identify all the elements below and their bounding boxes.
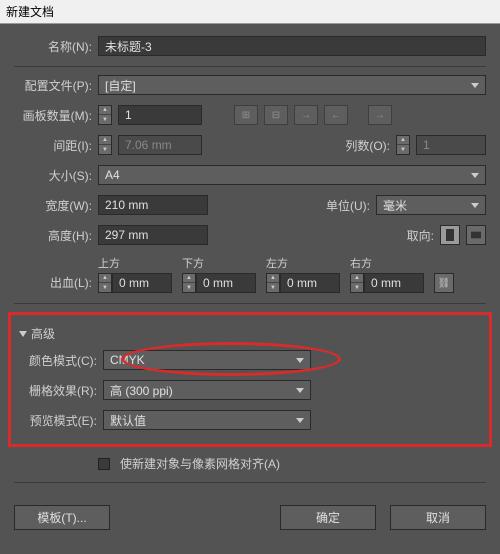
grid-by-row-icon: ⊞ xyxy=(234,105,258,125)
bleed-left-stepper[interactable]: ▲▼ xyxy=(266,273,280,293)
raster-value: 高 (300 ppi) xyxy=(110,382,173,399)
portrait-icon[interactable] xyxy=(440,225,460,245)
spacing-input xyxy=(118,135,202,155)
artboards-stepper[interactable]: ▲▼ xyxy=(98,105,112,125)
width-input[interactable] xyxy=(98,195,208,215)
row-rtl-icon: ← xyxy=(324,105,348,125)
bleed-label: 出血(L): xyxy=(14,274,92,291)
profile-dropdown[interactable]: [自定] xyxy=(98,75,486,95)
profile-value: [自定] xyxy=(105,77,136,94)
columns-stepper: ▲▼ xyxy=(396,135,410,155)
bleed-bottom-input[interactable] xyxy=(196,273,256,293)
align-pixel-label: 使新建对象与像素网格对齐(A) xyxy=(120,455,280,472)
advanced-disclosure[interactable]: 高级 xyxy=(19,325,481,342)
dialog-panel: 名称(N): 配置文件(P): [自定] 画板数量(M): ▲▼ ⊞ ⊟ → ←… xyxy=(0,24,500,530)
raster-label: 栅格效果(R): xyxy=(19,382,97,399)
columns-input xyxy=(416,135,486,155)
landscape-icon[interactable] xyxy=(466,225,486,245)
preview-value: 默认值 xyxy=(110,412,146,429)
bleed-bottom-stepper[interactable]: ▲▼ xyxy=(182,273,196,293)
bleed-bottom-header: 下方 xyxy=(182,255,260,271)
name-input[interactable] xyxy=(98,36,486,56)
row-ltr-icon: → xyxy=(294,105,318,125)
ok-button[interactable]: 确定 xyxy=(280,505,376,530)
bleed-right-stepper[interactable]: ▲▼ xyxy=(350,273,364,293)
align-pixel-checkbox[interactable] xyxy=(98,458,110,470)
orient-label: 取向: xyxy=(368,227,434,244)
advanced-highlight-box: 高级 颜色模式(C): CMYK 栅格效果(R): 高 (300 ppi) 预览… xyxy=(8,312,492,447)
profile-label: 配置文件(P): xyxy=(14,77,92,94)
size-label: 大小(S): xyxy=(14,167,92,184)
bleed-left-input[interactable] xyxy=(280,273,340,293)
artboards-input[interactable] xyxy=(118,105,202,125)
height-label: 高度(H): xyxy=(14,227,92,244)
units-label: 单位(U): xyxy=(304,197,370,214)
advanced-label: 高级 xyxy=(31,325,55,342)
colormode-dropdown[interactable]: CMYK xyxy=(103,350,311,370)
bleed-top-input[interactable] xyxy=(112,273,172,293)
link-bleed-icon[interactable]: ⛓ xyxy=(434,273,454,293)
columns-label: 列数(O): xyxy=(324,137,390,154)
spacing-stepper: ▲▼ xyxy=(98,135,112,155)
colormode-value: CMYK xyxy=(110,353,145,367)
grid-by-col-icon: ⊟ xyxy=(264,105,288,125)
template-button[interactable]: 模板(T)... xyxy=(14,505,110,530)
spacing-label: 间距(I): xyxy=(14,137,92,154)
bleed-top-stepper[interactable]: ▲▼ xyxy=(98,273,112,293)
size-dropdown[interactable]: A4 xyxy=(98,165,486,185)
bleed-left-header: 左方 xyxy=(266,255,344,271)
window-titlebar: 新建文档 xyxy=(0,0,500,24)
bleed-top-header: 上方 xyxy=(98,255,176,271)
artboards-label: 画板数量(M): xyxy=(14,107,92,124)
raster-dropdown[interactable]: 高 (300 ppi) xyxy=(103,380,311,400)
bleed-right-header: 右方 xyxy=(350,255,428,271)
bleed-right-input[interactable] xyxy=(364,273,424,293)
units-value: 毫米 xyxy=(383,197,407,214)
height-input[interactable] xyxy=(98,225,208,245)
colormode-label: 颜色模式(C): xyxy=(19,352,97,369)
preview-dropdown[interactable]: 默认值 xyxy=(103,410,311,430)
size-value: A4 xyxy=(105,168,120,182)
width-label: 宽度(W): xyxy=(14,197,92,214)
arrange-icon: → xyxy=(368,105,392,125)
units-dropdown[interactable]: 毫米 xyxy=(376,195,486,215)
preview-label: 预览模式(E): xyxy=(19,412,97,429)
cancel-button[interactable]: 取消 xyxy=(390,505,486,530)
triangle-down-icon xyxy=(19,331,27,337)
name-label: 名称(N): xyxy=(14,38,92,55)
